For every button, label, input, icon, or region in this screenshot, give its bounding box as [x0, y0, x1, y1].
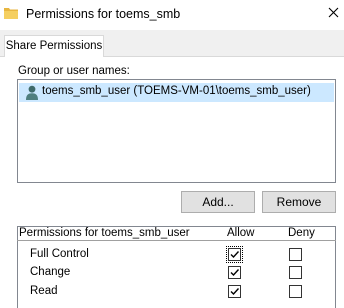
divider — [17, 240, 336, 241]
window-title: Permissions for toems_smb — [26, 7, 181, 21]
perm-full-control: Full Control — [30, 248, 89, 260]
permissions-header: Permissions for toems_smb_user — [19, 227, 190, 239]
check-icon — [230, 251, 240, 259]
user-name: toems_smb_user (TOEMS-VM-01\toems_smb_us… — [42, 85, 311, 97]
close-button[interactable] — [326, 3, 344, 23]
remove-button[interactable]: Remove — [262, 191, 336, 213]
change-deny-checkbox[interactable] — [289, 266, 302, 279]
change-allow-checkbox[interactable] — [228, 266, 241, 279]
list-item[interactable]: toems_smb_user (TOEMS-VM-01\toems_smb_us… — [19, 83, 334, 102]
full-control-allow-checkbox[interactable] — [228, 248, 241, 261]
allow-column-header: Allow — [227, 227, 255, 239]
read-deny-checkbox[interactable] — [289, 285, 302, 298]
user-list[interactable]: toems_smb_user (TOEMS-VM-01\toems_smb_us… — [17, 79, 336, 183]
title-bar: Permissions for toems_smb — [0, 0, 344, 30]
close-icon — [328, 7, 339, 18]
add-button[interactable]: Add... — [181, 191, 255, 213]
read-allow-checkbox[interactable] — [228, 285, 241, 298]
tab-share-permissions[interactable]: Share Permissions — [4, 35, 104, 57]
deny-column-header: Deny — [288, 227, 315, 239]
full-control-deny-checkbox[interactable] — [289, 248, 302, 261]
folder-icon — [4, 7, 18, 19]
check-icon — [230, 288, 240, 296]
perm-change: Change — [30, 266, 71, 278]
group-users-label: Group or user names: — [18, 65, 130, 77]
perm-read: Read — [30, 285, 58, 297]
check-icon — [230, 269, 240, 277]
user-icon — [25, 85, 39, 100]
